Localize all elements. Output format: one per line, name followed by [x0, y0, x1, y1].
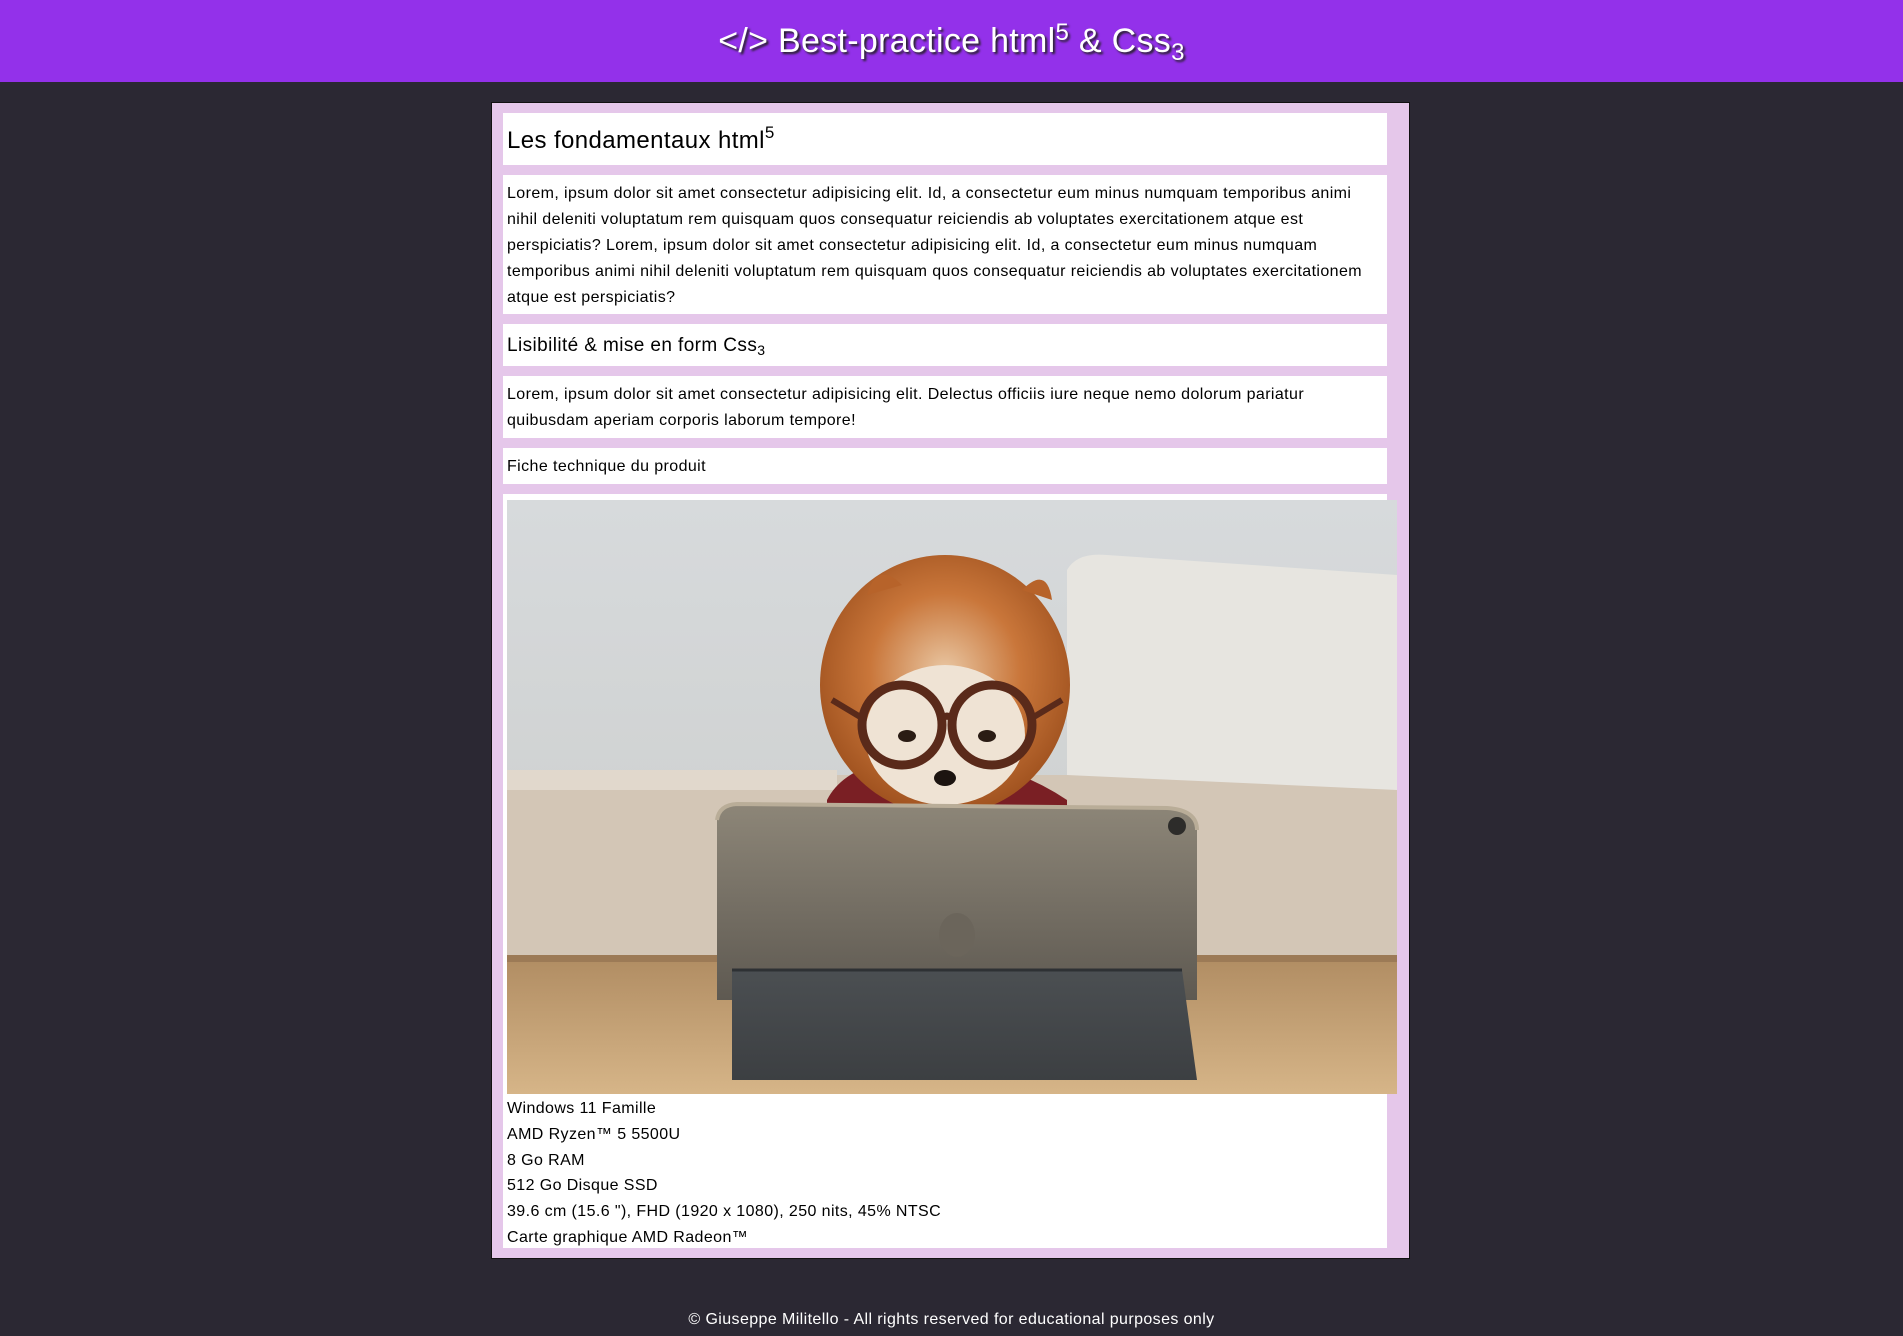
section-heading-css3: Lisibilité & mise en form Css3	[503, 324, 1387, 366]
fiche-technique-label: Fiche technique du produit	[507, 458, 706, 475]
section-fiche-technique: Fiche technique du produit	[503, 448, 1387, 484]
product-media: Windows 11 Famille AMD Ryzen™ 5 5500U 8 …	[503, 494, 1397, 1251]
paragraph-fondamentaux: Lorem, ipsum dolor sit amet consectetur …	[507, 185, 1363, 306]
site-header: </> Best-practice html5 & Css3	[0, 0, 1903, 82]
spec-item-display: 39.6 cm (15.6 "), FHD (1920 x 1080), 250…	[507, 1203, 942, 1221]
site-title: </> Best-practice html5 & Css3	[718, 18, 1185, 64]
spec-item-os: Windows 11 Famille	[507, 1100, 657, 1117]
site-title-mid: & Css	[1069, 21, 1172, 60]
spec-item-storage: 512 Go Disque SSD	[507, 1177, 658, 1195]
section-text-html5: Lorem, ipsum dolor sit amet consectetur …	[503, 175, 1387, 314]
section-heading-html5: Les fondamentaux html5	[503, 113, 1387, 165]
product-specs-list: Windows 11 Famille AMD Ryzen™ 5 5500U 8 …	[507, 1096, 941, 1251]
paragraph-lisibilite: Lorem, ipsum dolor sit amet consectetur …	[507, 386, 1305, 429]
product-photo	[507, 500, 1397, 1094]
site-footer: © Giuseppe Militello - All rights reserv…	[0, 1311, 1903, 1329]
copyright-text: © Giuseppe Militello - All rights reserv…	[688, 1311, 1215, 1328]
spec-item-cpu: AMD Ryzen™ 5 5500U	[507, 1125, 681, 1143]
heading-fondamentaux: Les fondamentaux html5	[507, 124, 775, 154]
dog-with-tablet-image	[507, 500, 1397, 1094]
site-title-text: </> Best-practice html	[718, 21, 1056, 60]
heading-fondamentaux-text: Les fondamentaux html	[507, 127, 765, 154]
heading-lisibilite-text: Lisibilité & mise en form Css	[507, 335, 758, 356]
spec-item-gpu: Carte graphique AMD Radeon™	[507, 1228, 749, 1246]
site-title-sup: 5	[1055, 18, 1070, 46]
content-panel: Les fondamentaux html5 Lorem, ipsum dolo…	[491, 102, 1410, 1259]
heading-fondamentaux-sup: 5	[764, 123, 775, 142]
section-text-css3: Lorem, ipsum dolor sit amet consectetur …	[503, 376, 1387, 438]
heading-lisibilite: Lisibilité & mise en form Css3	[507, 335, 765, 357]
heading-lisibilite-sub: 3	[757, 342, 766, 358]
spec-item-ram: 8 Go RAM	[507, 1151, 585, 1169]
site-title-sub: 3	[1171, 38, 1185, 66]
